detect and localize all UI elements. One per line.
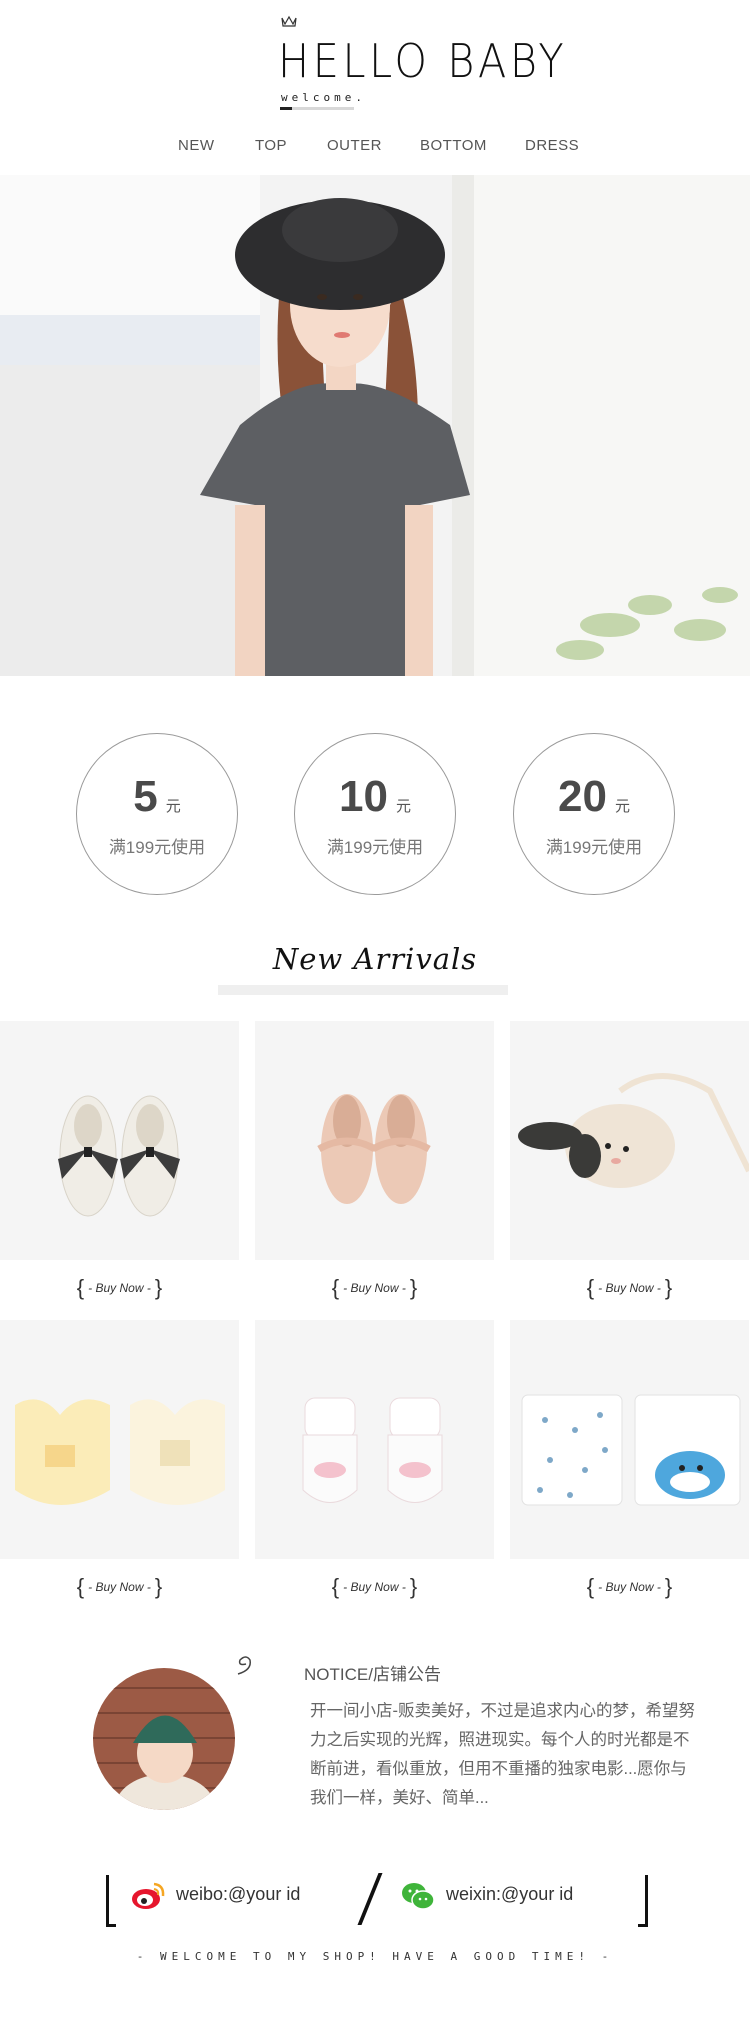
product-bunny-bag[interactable]: [510, 1021, 749, 1260]
coupon-20[interactable]: 20 元 满199元使用: [513, 733, 675, 895]
notice-line: 开一间小店-贩卖美好，不过是追求内心的梦，希望努: [310, 1702, 695, 1720]
buy-now-button[interactable]: {- Buy Now -}: [510, 1574, 749, 1604]
baby-bibs-icon: [15, 1399, 225, 1505]
nav-dress[interactable]: DRESS: [525, 137, 579, 154]
product-baby-socks[interactable]: [255, 1320, 494, 1559]
footer-slogan: - WELCOME TO MY SHOP! HAVE A GOOD TIME! …: [136, 1950, 614, 1963]
logo-underline: [280, 107, 354, 110]
hero-girl-photo: [0, 175, 750, 676]
avatar: [93, 1668, 235, 1810]
coupon-unit: 元: [614, 798, 630, 815]
buy-now-button[interactable]: {- Buy Now -}: [255, 1574, 494, 1604]
buy-now-button[interactable]: {- Buy Now -}: [510, 1275, 749, 1305]
hero-banner[interactable]: [0, 175, 750, 676]
title-underline: [218, 985, 508, 995]
shop-logo[interactable]: HELLO BABY: [278, 34, 567, 88]
wechat-icon: [402, 1883, 435, 1910]
boy-photo: [93, 1668, 235, 1810]
buy-now-button[interactable]: {- Buy Now -}: [0, 1574, 239, 1604]
buy-now-button[interactable]: {- Buy Now -}: [0, 1275, 239, 1305]
logo-tagline: welcome.: [281, 91, 366, 104]
notice-line: 我们一样，美好、简单...: [310, 1789, 489, 1807]
nav-top[interactable]: TOP: [255, 137, 287, 154]
white-shoes-with-plaid-bow-icon: [58, 1095, 180, 1217]
weibo-icon: [132, 1882, 165, 1909]
coupon-condition: 满199元使用: [326, 838, 424, 857]
nav-bottom[interactable]: BOTTOM: [420, 137, 487, 154]
left-bracket-decoration: [106, 1875, 118, 1927]
notice-line: 力之后实现的光辉，照进现实。每个人的时光都是不: [310, 1731, 690, 1749]
crown-icon: [281, 15, 297, 27]
baby-tshirts-icon: [521, 1394, 741, 1506]
coupon-amount: 20: [558, 772, 607, 821]
product-white-shoes[interactable]: [0, 1021, 239, 1260]
product-pink-shoes[interactable]: [255, 1021, 494, 1260]
nav-outer[interactable]: OUTER: [327, 137, 382, 154]
product-baby-tshirts[interactable]: [510, 1320, 749, 1559]
new-arrivals-title: New Arrivals: [272, 942, 478, 976]
notice-body: 开一间小店-贩卖美好，不过是追求内心的梦，希望努 力之后实现的光辉，照进现实。每…: [310, 1697, 710, 1813]
nav-new[interactable]: NEW: [178, 137, 215, 154]
buy-now-button[interactable]: {- Buy Now -}: [255, 1275, 494, 1305]
coupon-amount: 5: [133, 772, 158, 821]
weibo-handle: weibo:@your id: [176, 1884, 301, 1904]
coupon-amount: 10: [339, 772, 388, 821]
coupon-10[interactable]: 10 元 满199元使用: [294, 733, 456, 895]
right-bracket-decoration: [636, 1875, 648, 1927]
bunny-shoulder-bag-icon: [518, 1073, 749, 1188]
coupon-condition: 满199元使用: [108, 838, 206, 857]
shop-header: HELLO BABY welcome. NEW TOP OUTER BOTTOM…: [0, 0, 750, 175]
notice-title: NOTICE/店铺公告: [304, 1665, 441, 1684]
swirl-decoration-icon: [237, 1656, 251, 1675]
coupon-condition: 满199元使用: [545, 838, 643, 857]
weixin-handle: weixin:@your id: [446, 1884, 574, 1904]
weixin-link[interactable]: weixin:@your id: [400, 1880, 610, 1914]
coupon-5[interactable]: 5元 满199元使用: [76, 733, 238, 895]
notice-line: 断前进，看似重放，但用不重播的独家电影...愿你与: [310, 1760, 687, 1778]
product-baby-bibs[interactable]: [0, 1320, 239, 1559]
coupon-unit: 元: [165, 798, 181, 815]
coupon-unit: 元: [395, 798, 411, 815]
pink-ruffle-shoes-icon: [317, 1094, 431, 1204]
main-nav: NEW TOP OUTER BOTTOM DRESS: [0, 137, 750, 161]
baby-socks-icon: [302, 1397, 443, 1503]
divider-slash: [357, 1873, 383, 1925]
weibo-link[interactable]: weibo:@your id: [130, 1880, 330, 1914]
